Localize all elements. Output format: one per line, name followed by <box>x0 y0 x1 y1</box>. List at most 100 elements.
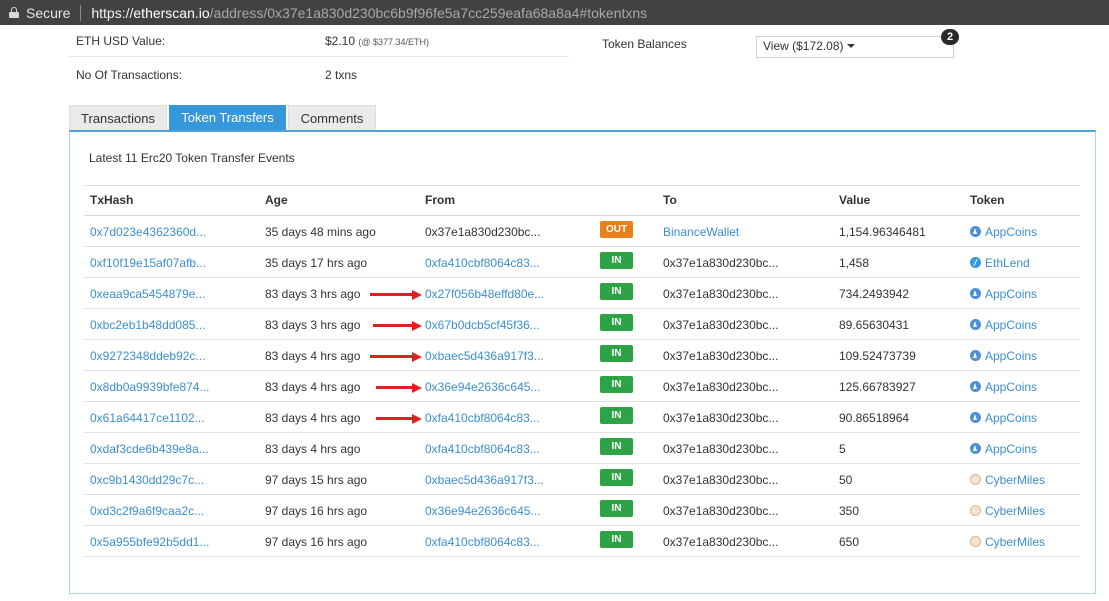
appcoins-icon <box>970 226 981 237</box>
value-cell: 90.86518964 <box>839 411 910 425</box>
table-row <box>84 495 1080 526</box>
txhash-link[interactable]: 0x9272348ddeb92c... <box>90 349 205 363</box>
tx-count-label: No Of Transactions: <box>76 68 183 82</box>
to-address: 0x37e1a830d230bc... <box>663 380 779 394</box>
column-header-age: Age <box>265 193 288 207</box>
token-link[interactable]: AppCoins <box>970 225 1037 239</box>
to-address: 0x37e1a830d230bc... <box>663 318 779 332</box>
txhash-link[interactable]: 0x8db0a9939bfe874... <box>90 380 209 394</box>
txhash-link[interactable]: 0xeaa9ca5454879e... <box>90 287 205 301</box>
direction-badge: IN <box>600 283 633 300</box>
direction-badge: IN <box>600 407 633 424</box>
txhash-link[interactable]: 0xc9b1430dd29c7c... <box>90 473 204 487</box>
txhash-link[interactable]: 0xf10f19e15af07afb... <box>90 256 206 270</box>
age-cell: 83 days 4 hrs ago <box>265 411 361 425</box>
table-row <box>84 402 1080 433</box>
value-cell: 734.2493942 <box>839 287 910 301</box>
value-cell: 89.65630431 <box>839 318 910 332</box>
direction-badge: IN <box>600 469 633 486</box>
from-address-link[interactable]: 0x36e94e2636c645... <box>425 504 540 518</box>
eth-usd-label: ETH USD Value: <box>76 34 166 48</box>
txhash-link[interactable]: 0xbc2eb1b48dd085... <box>90 318 205 332</box>
direction-badge: IN <box>600 531 633 548</box>
tab-comments[interactable]: Comments <box>288 105 376 131</box>
age-cell: 83 days 4 hrs ago <box>265 349 361 363</box>
url-text[interactable]: https://etherscan.io/address/0x37e1a830d… <box>91 5 647 21</box>
value-cell: 350 <box>839 504 860 518</box>
from-address-link[interactable]: 0xbaec5d436a917f3... <box>425 473 544 487</box>
column-header-txhash: TxHash <box>90 193 134 207</box>
url-host: etherscan.io <box>133 4 210 21</box>
token-link[interactable]: CyberMiles <box>970 535 1045 549</box>
red-arrow-annotation-icon <box>373 321 422 331</box>
url-scheme: https:// <box>91 4 134 21</box>
eth-usd-amount: $2.10 <box>325 34 356 48</box>
age-cell: 97 days 16 hrs ago <box>265 504 368 518</box>
tab-transactions[interactable]: Transactions <box>69 105 167 131</box>
eth-usd-rate: (@ $377.34/ETH) <box>358 37 430 47</box>
browser-address-bar[interactable]: Secure https://etherscan.io/address/0x37… <box>0 0 1109 25</box>
age-cell: 97 days 16 hrs ago <box>265 535 368 549</box>
from-address-link[interactable]: 0x36e94e2636c645... <box>425 380 540 394</box>
from-address-link[interactable]: 0xbaec5d436a917f3... <box>425 349 544 363</box>
ethlend-icon <box>970 257 981 268</box>
token-name: AppCoins <box>985 411 1038 425</box>
token-name: CyberMiles <box>985 535 1046 549</box>
token-link[interactable]: AppCoins <box>970 287 1037 301</box>
cybermiles-icon <box>970 474 981 485</box>
txhash-link[interactable]: 0xd3c2f9a6f9caa2c... <box>90 504 204 518</box>
table-row <box>84 278 1080 309</box>
to-address: 0x37e1a830d230bc... <box>663 535 779 549</box>
table-row <box>84 371 1080 402</box>
token-balances-dropdown[interactable]: View ($172.08) <box>756 36 954 58</box>
txhash-link[interactable]: 0xdaf3cde6b439e8a... <box>90 442 209 456</box>
txhash-link[interactable]: 0x5a955bfe92b5dd1... <box>90 535 209 549</box>
table-row <box>84 247 1080 278</box>
token-link[interactable]: AppCoins <box>970 349 1037 363</box>
from-address-link[interactable]: 0xfa410cbf8064c83... <box>425 442 540 456</box>
token-link[interactable]: AppCoins <box>970 380 1037 394</box>
token-link[interactable]: AppCoins <box>970 411 1037 425</box>
txhash-link[interactable]: 0x61a64417ce1102... <box>90 411 205 425</box>
to-address: 0x37e1a830d230bc... <box>663 504 779 518</box>
token-link[interactable]: EthLend <box>970 256 1030 270</box>
table-row <box>84 526 1080 557</box>
red-arrow-annotation-icon <box>376 383 422 393</box>
address-separator <box>80 4 82 21</box>
from-address-link[interactable]: 0xfa410cbf8064c83... <box>425 256 540 270</box>
token-link[interactable]: AppCoins <box>970 442 1037 456</box>
from-address-link[interactable]: 0x27f056b48effd80e... <box>425 287 544 301</box>
table-row <box>84 309 1080 340</box>
token-link[interactable]: CyberMiles <box>970 473 1045 487</box>
from-address-link[interactable]: 0x67b0dcb5cf45f36... <box>425 318 540 332</box>
to-address: 0x37e1a830d230bc... <box>663 256 779 270</box>
value-cell: 5 <box>839 442 846 456</box>
to-address-link[interactable]: BinanceWallet <box>663 225 739 239</box>
token-link[interactable]: CyberMiles <box>970 504 1045 518</box>
from-address-link[interactable]: 0xfa410cbf8064c83... <box>425 411 540 425</box>
token-name: EthLend <box>985 256 1030 270</box>
cybermiles-icon <box>970 505 981 516</box>
token-count-badge: 2 <box>941 29 959 45</box>
to-address: 0x37e1a830d230bc... <box>663 411 779 425</box>
age-cell: 97 days 15 hrs ago <box>265 473 368 487</box>
token-link[interactable]: AppCoins <box>970 318 1037 332</box>
caret-down-icon <box>846 44 855 48</box>
column-header-value: Value <box>839 193 871 207</box>
value-cell: 650 <box>839 535 860 549</box>
column-header-token: Token <box>970 193 1005 207</box>
from-address-link[interactable]: 0xfa410cbf8064c83... <box>425 535 540 549</box>
table-row <box>84 464 1080 495</box>
value-cell: 50 <box>839 473 853 487</box>
appcoins-icon <box>970 381 981 392</box>
value-cell: 1,458 <box>839 256 870 270</box>
tab-token-transfers[interactable]: Token Transfers <box>169 105 286 131</box>
token-name: AppCoins <box>985 442 1038 456</box>
table-row <box>84 340 1080 371</box>
token-name: CyberMiles <box>985 504 1046 518</box>
direction-badge: OUT <box>600 221 633 238</box>
eth-usd-value: $2.10 (@ $377.34/ETH) <box>325 34 429 48</box>
cybermiles-icon <box>970 536 981 547</box>
txhash-link[interactable]: 0x7d023e4362360d... <box>90 225 206 239</box>
table-row <box>84 433 1080 464</box>
